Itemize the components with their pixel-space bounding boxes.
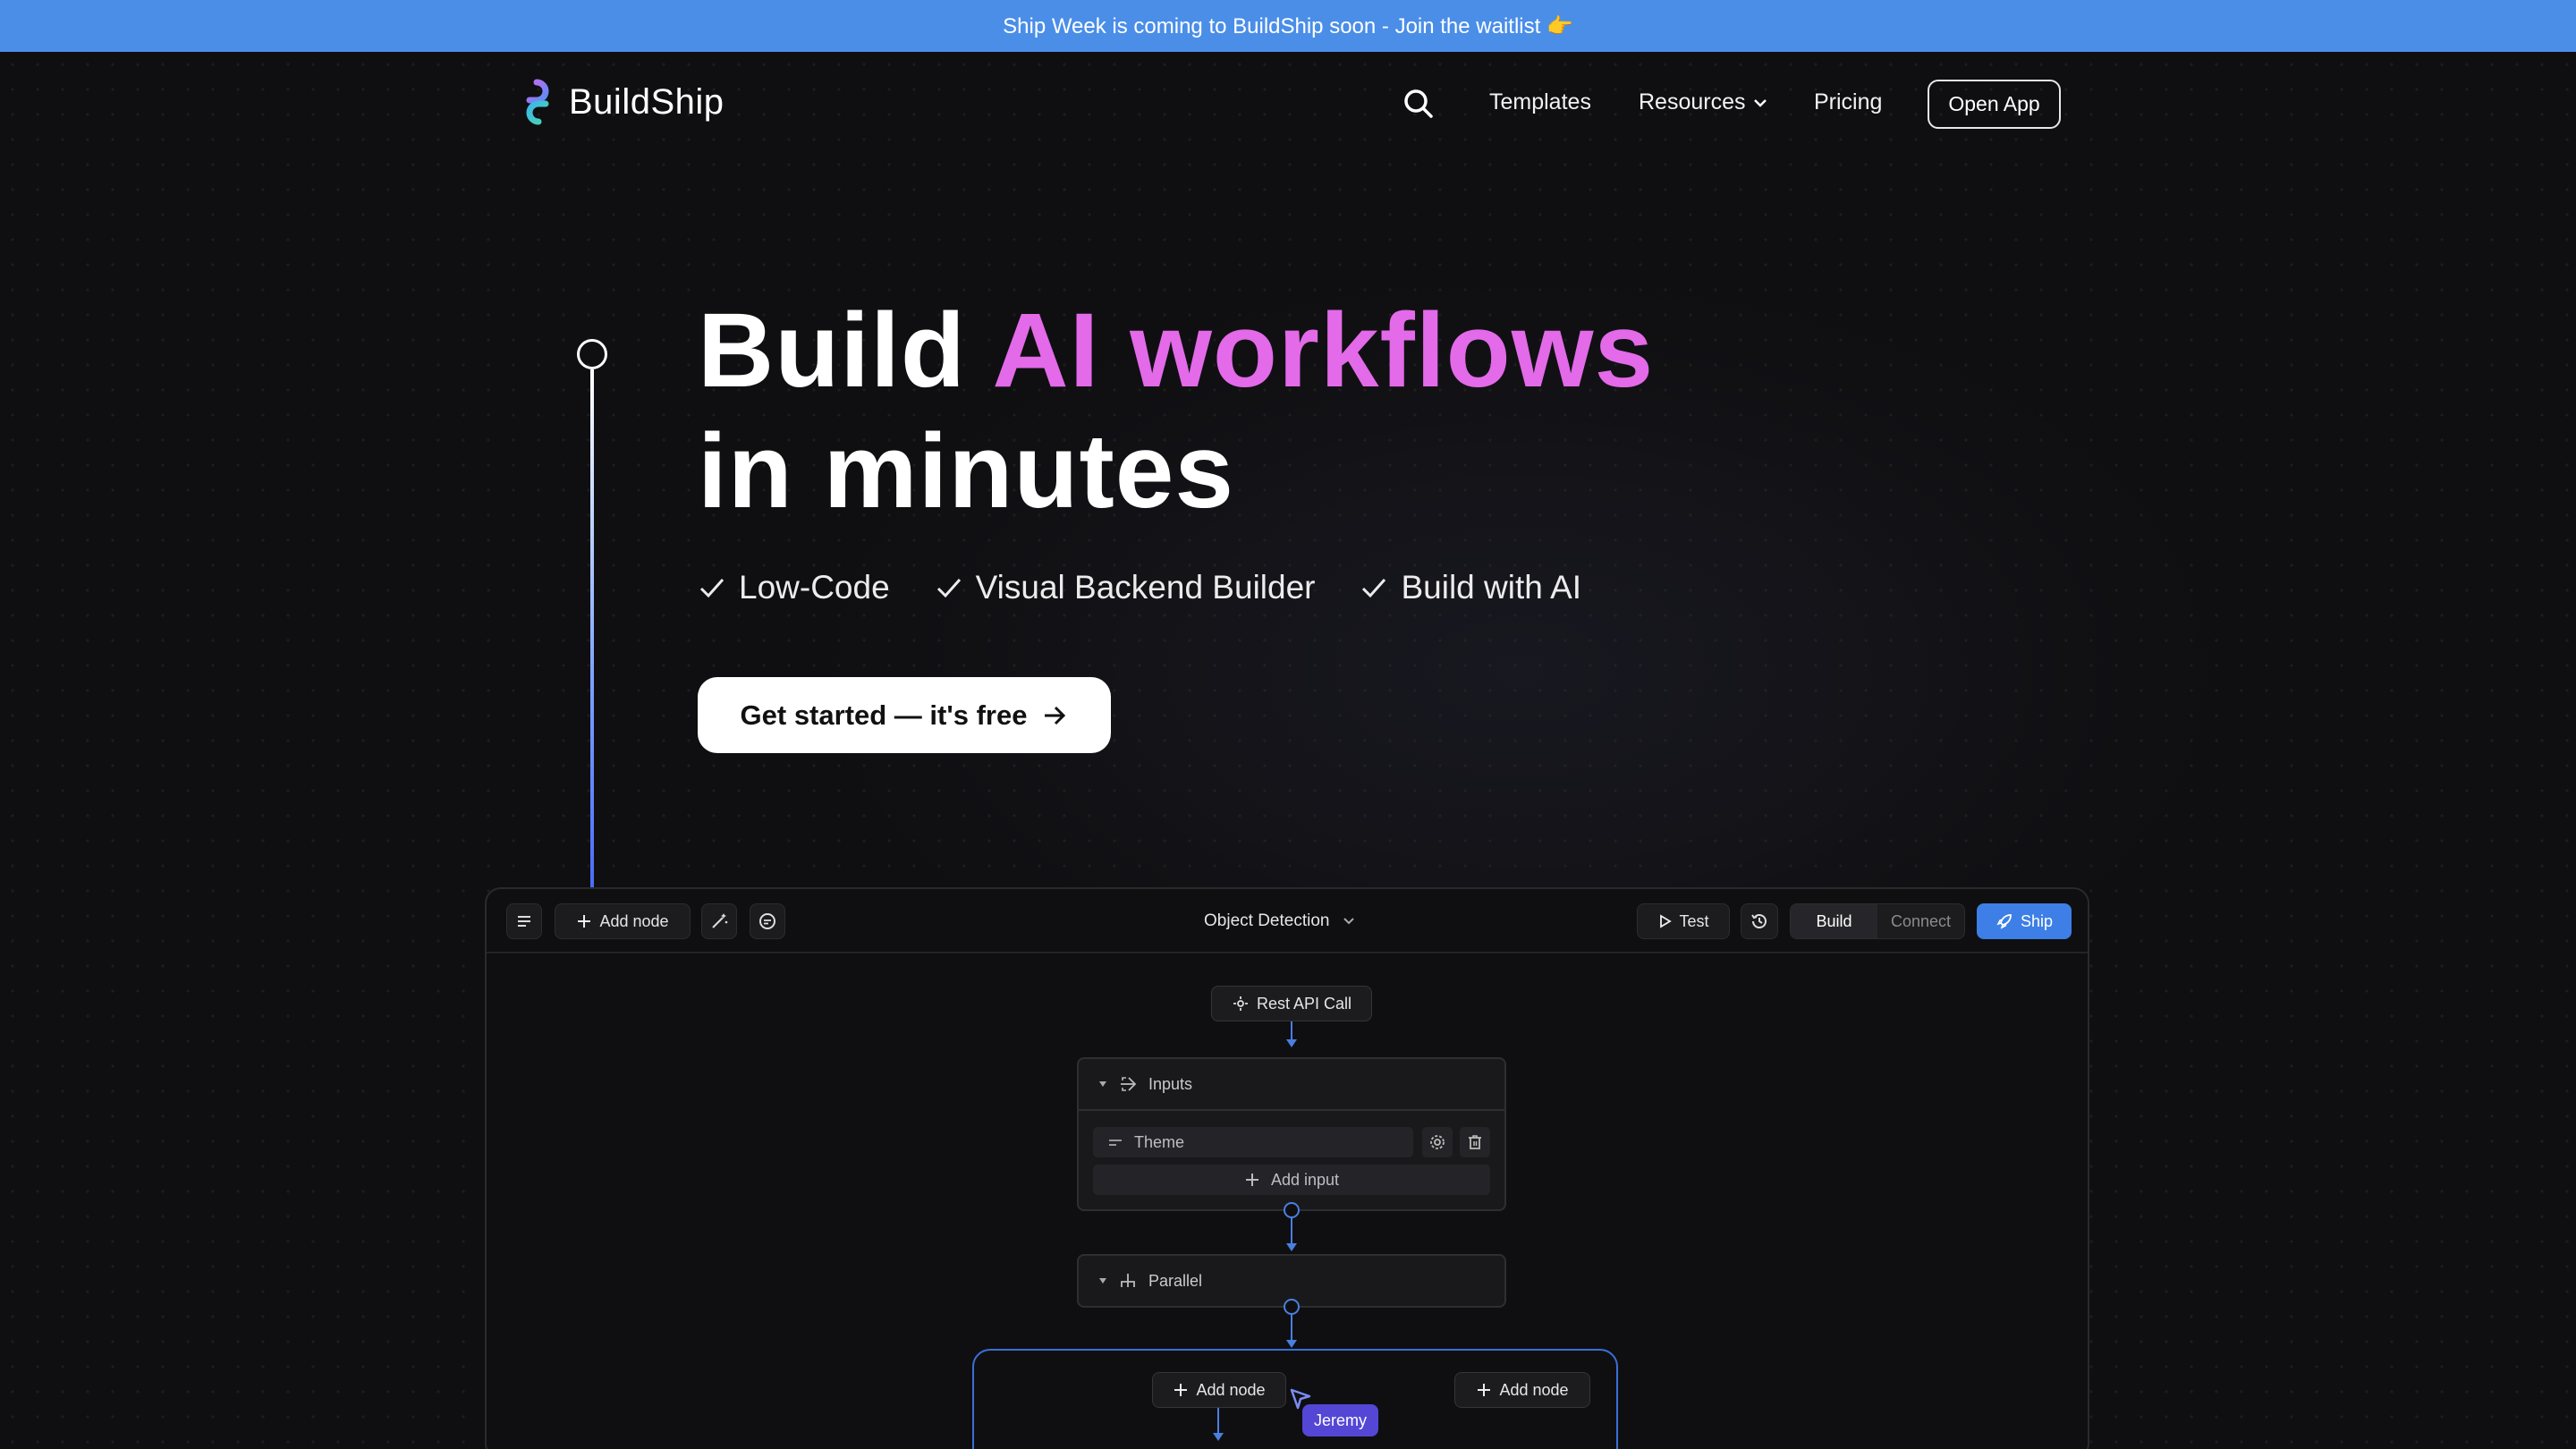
plus-icon <box>1174 1384 1188 1396</box>
add-input-button[interactable]: Add input <box>1093 1165 1490 1195</box>
trash-icon <box>1469 1135 1481 1149</box>
connector-arrow <box>1213 1433 1224 1441</box>
top-nav: BuildShip Templates Resources Pricing Op… <box>0 52 2576 157</box>
connector-line <box>1291 1315 1292 1342</box>
theme-input-field[interactable]: Theme <box>1093 1127 1413 1157</box>
connector-arrow <box>1286 1039 1297 1047</box>
logo-text: BuildShip <box>569 81 724 122</box>
chat-icon <box>759 913 775 929</box>
workflow-name: Object Detection <box>1204 911 1330 930</box>
branch-add-node-left[interactable]: Add node <box>1152 1372 1286 1408</box>
rocket-icon <box>1996 914 2012 929</box>
chevron-down-icon <box>1753 98 1767 107</box>
check-icon <box>699 579 724 598</box>
test-label: Test <box>1679 911 1709 930</box>
plus-icon <box>1478 1384 1491 1396</box>
text-field-icon <box>1109 1140 1122 1146</box>
nav-pricing[interactable]: Pricing <box>1814 89 1882 115</box>
menu-button[interactable] <box>506 903 542 939</box>
editor-toolbar: Add node Object Detection Test Build Con… <box>487 889 2088 953</box>
inputs-card-header[interactable]: Inputs <box>1079 1059 1504 1109</box>
connector-arrow <box>1286 1340 1297 1348</box>
ai-magic-button[interactable] <box>701 903 737 939</box>
theme-field-label: Theme <box>1134 1132 1185 1151</box>
workflow-name-dropdown[interactable]: Object Detection <box>1204 907 1356 936</box>
ship-button[interactable]: Ship <box>1977 903 2072 939</box>
api-icon <box>1233 996 1248 1011</box>
search-button[interactable] <box>1402 88 1435 120</box>
timeline-dot <box>577 339 607 369</box>
check-icon <box>1362 579 1386 598</box>
logo[interactable]: BuildShip <box>519 79 724 125</box>
chevron-down-icon <box>1343 918 1355 925</box>
history-icon <box>1751 914 1767 928</box>
add-node-button[interactable]: Add node <box>555 903 691 939</box>
feature-label: Visual Backend Builder <box>975 569 1316 606</box>
banner-text[interactable]: Ship Week is coming to BuildShip soon - … <box>1003 13 1573 39</box>
menu-icon <box>518 916 530 927</box>
inputs-card-title: Inputs <box>1148 1074 1193 1093</box>
play-icon <box>1660 914 1673 928</box>
connector-line <box>1291 1218 1292 1245</box>
arrow-right-icon <box>1045 706 1066 724</box>
tab-connect[interactable]: Connect <box>1877 904 1964 938</box>
buildship-logo-icon <box>526 79 549 125</box>
search-icon <box>1404 89 1433 118</box>
check-icon <box>936 579 961 598</box>
field-delete-button[interactable] <box>1460 1127 1490 1157</box>
plus-icon <box>578 915 591 928</box>
workflow-editor: Add node Object Detection Test Build Con… <box>485 887 2089 1449</box>
trigger-label: Rest API Call <box>1256 994 1352 1013</box>
add-input-label: Add input <box>1270 1170 1340 1189</box>
inputs-icon <box>1121 1077 1137 1091</box>
feature-label: Build with AI <box>1401 569 1582 606</box>
connector-port[interactable] <box>1284 1299 1300 1315</box>
caret-down-icon <box>1099 1081 1106 1087</box>
nav-templates[interactable]: Templates <box>1489 89 1591 115</box>
parallel-icon <box>1121 1274 1135 1287</box>
parallel-card-title: Parallel <box>1148 1271 1203 1290</box>
inputs-card: Inputs Theme Add input <box>1077 1057 1506 1211</box>
collaborator-cursor-label: Jeremy <box>1302 1404 1379 1436</box>
card-divider <box>1079 1109 1504 1111</box>
tab-build[interactable]: Build <box>1791 904 1877 938</box>
nav-resources[interactable]: Resources <box>1639 89 1767 115</box>
feature-item: Low-Code <box>698 569 890 606</box>
hero-title-part1: Build <box>698 292 966 410</box>
open-app-button[interactable]: Open App <box>1928 80 2061 129</box>
connector-line <box>1291 1021 1292 1041</box>
field-settings-button[interactable] <box>1422 1127 1453 1157</box>
nav-resources-label: Resources <box>1639 89 1746 114</box>
cta-label: Get started — it's free <box>740 699 1028 731</box>
get-started-button[interactable]: Get started — it's free <box>698 677 1111 753</box>
feature-item: Visual Backend Builder <box>935 569 1316 606</box>
connector-port[interactable] <box>1284 1202 1300 1218</box>
branch-add-node-label: Add node <box>1196 1380 1266 1399</box>
branch-add-node-right[interactable]: Add node <box>1454 1372 1590 1408</box>
feature-label: Low-Code <box>739 569 890 606</box>
ship-label: Ship <box>2020 911 2054 930</box>
hero-title: Build AI workflows in minutes <box>698 291 1860 532</box>
feature-item: Build with AI <box>1360 569 1581 606</box>
caret-down-icon <box>1099 1278 1106 1284</box>
plus-icon <box>1245 1174 1258 1186</box>
chat-button[interactable] <box>750 903 785 939</box>
hero-title-accent: AI workflows <box>992 292 1655 410</box>
connector-line <box>1217 1408 1219 1435</box>
test-button[interactable]: Test <box>1637 903 1730 939</box>
hero-title-line2: in minutes <box>698 412 1235 530</box>
mode-switch: Build Connect <box>1790 903 1965 939</box>
history-button[interactable] <box>1741 903 1778 939</box>
branch-add-node-label: Add node <box>1499 1380 1569 1399</box>
magic-wand-icon <box>712 913 728 928</box>
trigger-node[interactable]: Rest API Call <box>1211 986 1372 1021</box>
timeline-line <box>590 369 594 888</box>
add-node-label: Add node <box>599 911 669 930</box>
gear-icon <box>1430 1135 1445 1149</box>
announcement-banner[interactable]: Ship Week is coming to BuildShip soon - … <box>0 0 2576 52</box>
feature-list: Low-Code Visual Backend Builder Build wi… <box>698 569 1581 606</box>
connector-arrow <box>1286 1243 1297 1251</box>
collaborator-name: Jeremy <box>1314 1411 1368 1429</box>
